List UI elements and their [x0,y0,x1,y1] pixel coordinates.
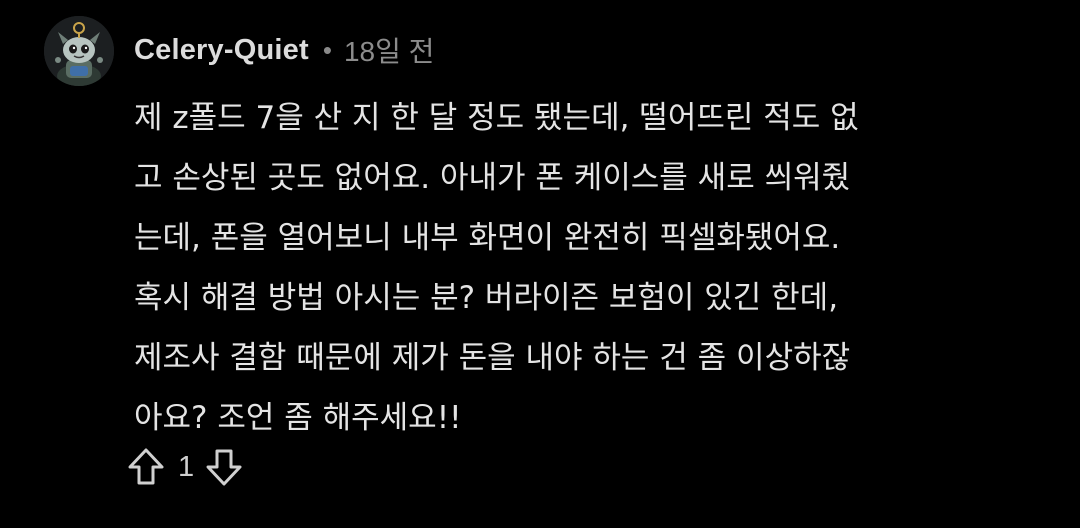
vote-count: 1 [178,450,195,483]
comment-body: 제 z폴드 7을 산 지 한 달 정도 됐는데, 떨어뜨린 적도 없 고 손상된… [134,88,1034,448]
avatar-image [44,16,114,86]
username[interactable]: Celery-Quiet [134,34,309,67]
arrow-down-outline-icon [206,449,242,486]
comment-line: 혹시 해결 방법 아시는 분? 버라이즌 보험이 있긴 한데, [134,280,839,316]
meta-separator: • [322,34,332,65]
upvote-button[interactable] [126,444,166,490]
comment-line: 제 z폴드 7을 산 지 한 달 정도 됐는데, 떨어뜨린 적도 없 [134,100,859,136]
avatar[interactable] [44,16,114,86]
comment: Celery-Quiet • 18일 전 제 z폴드 7을 산 지 한 달 정도… [0,0,1080,528]
downvote-button[interactable] [204,444,244,490]
comment-header: Celery-Quiet • 18일 전 [134,26,434,74]
comment-line: 고 손상된 곳도 없어요. 아내가 폰 케이스를 새로 씌워줬 [134,160,851,196]
comment-timestamp: 18일 전 [343,36,435,67]
comment-line: 는데, 폰을 열어보니 내부 화면이 완전히 픽셀화됐어요. [134,220,841,256]
comment-line: 제조사 결함 때문에 제가 돈을 내야 하는 건 좀 이상하잖 [134,340,851,376]
vote-bar: 1 [126,444,244,490]
comment-line: 아요? 조언 좀 해주세요!! [134,400,462,436]
arrow-up-outline-icon [128,448,164,485]
